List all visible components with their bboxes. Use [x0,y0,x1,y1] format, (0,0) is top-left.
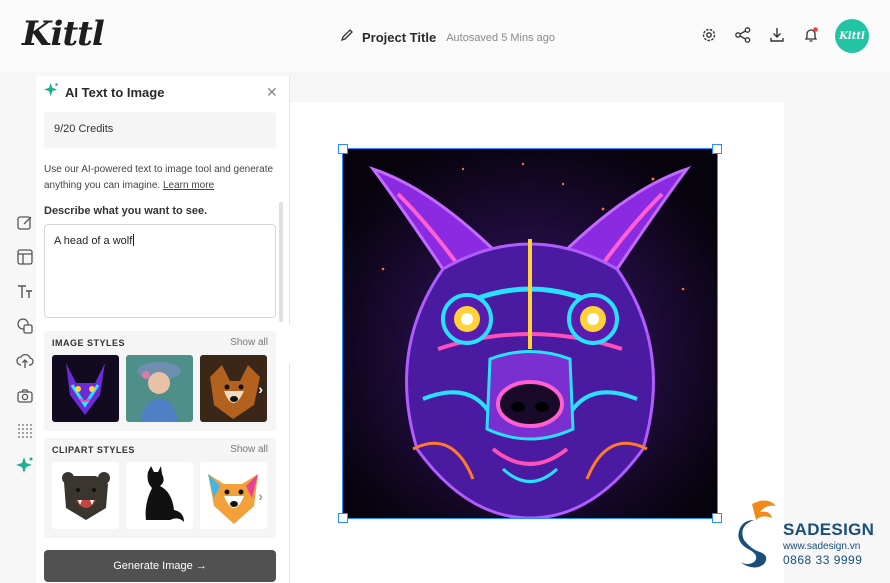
watermark: SADESIGN www.sadesign.vn 0868 33 9999 [783,520,874,567]
watermark-brand: SADESIGN [783,520,875,539]
dots-grid-icon[interactable] [16,422,34,440]
resize-handle-bottom-left[interactable] [338,513,348,523]
close-icon[interactable]: ✕ [266,84,278,101]
image-styles-show-all[interactable]: Show all [230,337,268,348]
chevron-right-icon[interactable]: › [258,381,263,397]
upload-icon[interactable] [16,352,34,370]
style-thumb-neon-wolf[interactable] [52,355,119,422]
gear-icon[interactable] [700,26,718,44]
kittl-logo[interactable]: Kittl [22,14,105,54]
edit-icon[interactable] [16,214,34,232]
prompt-label: Describe what you want to see. [44,205,208,217]
clipart-thumb-cat[interactable] [126,462,193,529]
style-thumb-dog-photo[interactable]: › [200,355,267,422]
clipart-styles-show-all[interactable]: Show all [230,444,268,455]
autosave-status: Autosaved 5 Mins ago [446,31,556,44]
clipart-styles-heading: CLIPART STYLES [52,445,135,455]
clipart-thumb-bear[interactable] [52,462,119,529]
sadesign-logo [730,496,780,571]
panel-title: AI Text to Image [65,84,165,100]
bell-icon[interactable] [802,26,820,44]
top-bar: Kittl Project Title Autosaved 5 Mins ago… [0,0,890,72]
prompt-input[interactable]: A head of a wolf [44,224,276,318]
project-title[interactable]: Project Title [362,30,436,45]
resize-handle-top-left[interactable] [338,144,348,154]
text-caret [133,234,135,246]
image-styles-heading: IMAGE STYLES [52,338,126,348]
resize-handle-top-right[interactable] [712,144,722,154]
shapes-icon[interactable] [16,317,34,335]
style-thumb-portrait-painting[interactable] [126,355,193,422]
camera-icon[interactable] [16,387,34,405]
generated-wolf-image[interactable] [342,148,718,519]
sparkle-icon[interactable] [16,456,34,474]
sparkle-icon [44,82,59,102]
resize-handle-bottom-right[interactable] [712,513,722,523]
panel-description: Use our AI-powered text to image tool an… [44,164,274,191]
chevron-right-icon[interactable]: › [258,488,263,504]
pencil-icon[interactable] [340,28,354,47]
generate-image-button[interactable]: Generate Image → [44,550,276,582]
text-icon[interactable] [16,283,34,301]
project-title-area[interactable]: Project Title Autosaved 5 Mins ago [340,28,555,47]
ai-text-to-image-panel: AI Text to Image ✕ 9/20 Credits Use our … [36,76,290,583]
watermark-phone: 0868 33 9999 [783,553,863,567]
share-icon[interactable] [734,26,752,44]
download-icon[interactable] [768,26,786,44]
layout-icon[interactable] [16,248,34,266]
panel-scrollbar[interactable] [279,202,283,322]
image-styles-section: IMAGE STYLES Show all › [44,331,276,431]
watermark-url: www.sadesign.vn [783,541,861,552]
clipart-thumb-colorful-dog[interactable]: › [200,462,267,529]
clipart-styles-section: CLIPART STYLES Show all › [44,438,276,538]
learn-more-link[interactable]: Learn more [163,180,214,191]
avatar[interactable]: Kittl [835,19,869,53]
credits-counter: 9/20 Credits [44,112,276,148]
